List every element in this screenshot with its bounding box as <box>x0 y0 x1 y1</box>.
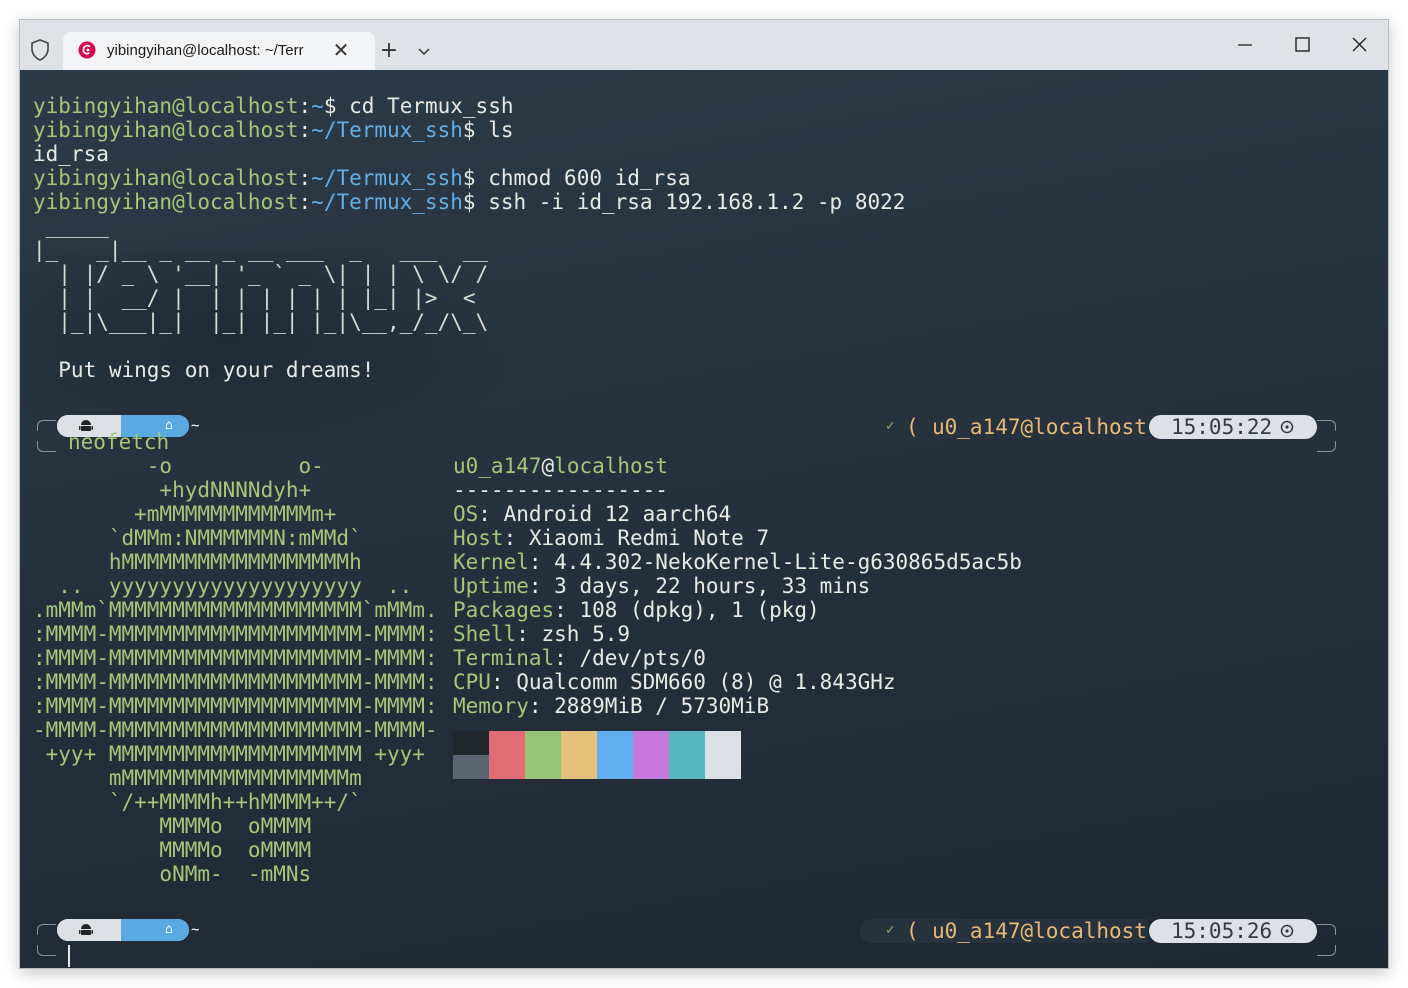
tab-title: yibingyihan@localhost: ~/Terr <box>107 42 304 59</box>
prompt-path: ~ <box>191 418 200 434</box>
text-cursor <box>68 945 70 967</box>
logo-line: hMMMMMMMMMMMMMMMMMMh <box>33 550 362 574</box>
prompt-path: ~ <box>191 922 200 938</box>
info-value: /dev/pts/0 <box>579 646 706 670</box>
info-title: u0_a147@localhost <box>453 454 668 478</box>
logo-line: +hydNNNNdyh+ <box>33 478 312 502</box>
logo-line: +mMMMMMMMMMMMMm+ <box>33 502 337 526</box>
title-bar: yibingyihan@localhost: ~/Terr ✕ + <box>20 20 1388 70</box>
check-icon: ✓ <box>886 922 895 938</box>
command-line: yibingyihan@localhost:~$ cd Termux_ssh <box>33 94 514 118</box>
terminal-window: yibingyihan@localhost: ~/Terr ✕ + yibing… <box>20 20 1388 968</box>
info-value: Xiaomi Redmi Note 7 <box>528 526 770 550</box>
clock-icon <box>1280 420 1294 434</box>
window-close-icon[interactable] <box>1331 28 1387 62</box>
info-key: Shell <box>453 622 517 646</box>
prompt-host: u0_a147@localhost <box>932 415 1147 439</box>
command-line: yibingyihan@localhost:~/Termux_ssh$ chmo… <box>33 166 691 190</box>
prompt-time: 15:05:22 <box>1149 415 1317 439</box>
prompt-segment-left: ⌂ ~ <box>57 919 199 941</box>
color-swatch <box>561 731 597 779</box>
info-value: Qualcomm SDM660 (8) @ 1.843GHz <box>516 670 896 694</box>
command-line: yibingyihan@localhost:~/Termux_ssh$ ls <box>33 118 514 142</box>
close-icon[interactable]: ✕ <box>327 36 355 64</box>
info-row: Memory: 2889MiB / 5730MiB <box>453 694 770 718</box>
info-row: Terminal: /dev/pts/0 <box>453 646 706 670</box>
color-swatch <box>669 731 705 779</box>
prompt-segment-right: ✓ ( u0_a147@localhost <box>860 415 1148 439</box>
logo-line: :MMMM-MMMMMMMMMMMMMMMMMMMM-MMMM: <box>33 694 438 718</box>
android-icon <box>79 924 93 935</box>
logo-line: MMMMo oMMMM <box>33 838 312 862</box>
motto: Put wings on your dreams! <box>33 358 375 382</box>
chevron-down-icon[interactable] <box>412 38 436 64</box>
info-row: OS: Android 12 aarch64 <box>453 502 732 526</box>
check-icon: ✓ <box>886 418 895 434</box>
info-row: Host: Xiaomi Redmi Note 7 <box>453 526 770 550</box>
plus-icon[interactable]: + <box>375 37 403 65</box>
info-row: Shell: zsh 5.9 <box>453 622 631 646</box>
info-key: OS <box>453 502 479 526</box>
info-key: Memory <box>453 694 529 718</box>
command-text: neofetch <box>68 430 170 454</box>
prompt-segment-right: ✓ ( u0_a147@localhost <box>860 919 1148 943</box>
debian-icon <box>78 41 96 59</box>
logo-line: -MMMM-MMMMMMMMMMMMMMMMMMMM-MMMM- <box>33 718 438 742</box>
info-separator: ----------------- <box>453 478 668 502</box>
logo-line: .mMMm`MMMMMMMMMMMMMMMMMMMM`mMMm. <box>33 598 438 622</box>
color-swatch <box>597 731 633 779</box>
command-output: id_rsa <box>33 142 109 166</box>
info-value: 2889MiB / 5730MiB <box>554 694 770 718</box>
logo-line: MMMMo oMMMM <box>33 814 312 838</box>
home-icon: ⌂ <box>165 922 173 937</box>
color-swatch <box>525 731 561 779</box>
shield-icon[interactable] <box>30 39 50 61</box>
info-key: Host <box>453 526 504 550</box>
clock-icon <box>1280 924 1294 938</box>
logo-line: `dMMm:NMMMMMMN:mMMd` <box>33 526 362 550</box>
info-row: CPU: Qualcomm SDM660 (8) @ 1.843GHz <box>453 670 896 694</box>
info-value: Android 12 aarch64 <box>503 502 732 526</box>
maximize-icon[interactable] <box>1274 28 1330 62</box>
terminal-content[interactable]: yibingyihan@localhost:~$ cd Termux_ssh y… <box>20 70 1388 968</box>
color-swatch <box>453 755 489 779</box>
logo-line: mMMMMMMMMMMMMMMMMMMm <box>33 766 362 790</box>
tab-active[interactable]: yibingyihan@localhost: ~/Terr ✕ <box>63 32 375 70</box>
color-swatch <box>633 731 669 779</box>
info-row: Kernel: 4.4.302-NekoKernel-Lite-g630865d… <box>453 550 1022 574</box>
command-line: yibingyihan@localhost:~/Termux_ssh$ ssh … <box>33 190 906 214</box>
info-value: 3 days, 22 hours, 33 mins <box>554 574 871 598</box>
info-key: Packages <box>453 598 555 622</box>
info-value: 108 (dpkg), 1 (pkg) <box>579 598 820 622</box>
logo-line: :MMMM-MMMMMMMMMMMMMMMMMMMM-MMMM: <box>33 670 438 694</box>
info-value: zsh 5.9 <box>541 622 631 646</box>
minimize-icon[interactable] <box>1217 28 1273 62</box>
logo-line: +yy+ MMMMMMMMMMMMMMMMMMMM +yy+ <box>33 742 425 766</box>
info-key: CPU <box>453 670 491 694</box>
color-swatch <box>705 731 741 779</box>
info-row: Uptime: 3 days, 22 hours, 33 mins <box>453 574 871 598</box>
logo-line: :MMMM-MMMMMMMMMMMMMMMMMMMM-MMMM: <box>33 622 438 646</box>
logo-line: oNMm- -mMNs <box>33 862 312 886</box>
termux-banner: _____ |_ _|__ _ __ _ __ ___ _ ___ __ | |… <box>33 214 489 334</box>
info-key: Kernel <box>453 550 529 574</box>
logo-line: -o o- <box>33 454 324 478</box>
prompt-time: 15:05:26 <box>1149 919 1317 943</box>
color-swatch <box>489 731 525 779</box>
info-row: Packages: 108 (dpkg), 1 (pkg) <box>453 598 820 622</box>
logo-line: .. yyyyyyyyyyyyyyyyyyyy .. <box>33 574 413 598</box>
info-key: Terminal <box>453 646 555 670</box>
logo-line: `/++MMMMh++hMMMM++/` <box>33 790 362 814</box>
info-key: Uptime <box>453 574 529 598</box>
logo-line: :MMMM-MMMMMMMMMMMMMMMMMMMM-MMMM: <box>33 646 438 670</box>
prompt-host: u0_a147@localhost <box>932 919 1147 943</box>
info-value: 4.4.302-NekoKernel-Lite-g630865d5ac5b <box>554 550 1022 574</box>
